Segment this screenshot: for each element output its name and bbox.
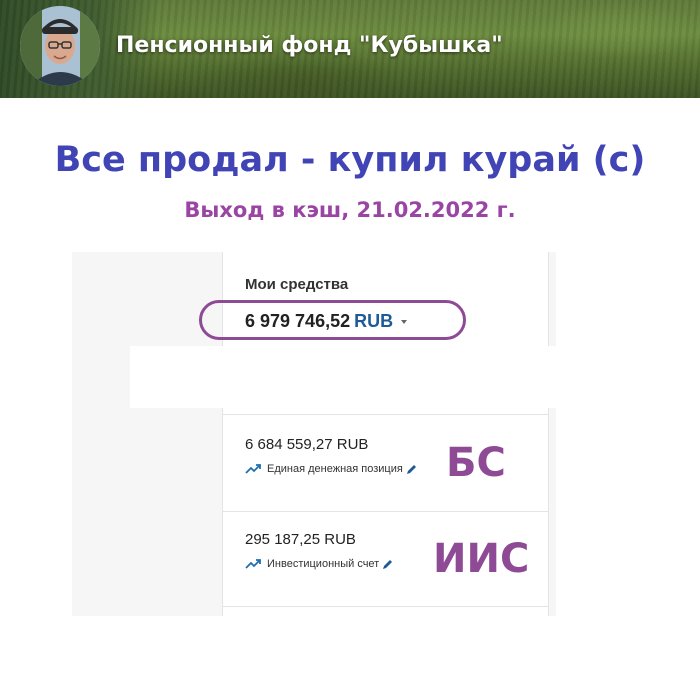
funds-total[interactable]: 6 979 746,52 RUB [245, 311, 408, 332]
channel-title[interactable]: Пенсионный фонд "Кубышка" [116, 33, 503, 58]
avatar[interactable] [20, 6, 100, 86]
divider [223, 414, 548, 415]
trend-up-icon [245, 559, 261, 569]
currency-selector[interactable]: RUB [354, 311, 393, 331]
redaction-box [130, 346, 556, 408]
header-banner: Пенсионный фонд "Кубышка" [0, 0, 700, 98]
divider [223, 606, 548, 607]
edit-pencil-icon[interactable] [406, 464, 417, 475]
account-row-cash[interactable]: Единая денежная позиция [245, 463, 423, 475]
trend-up-icon [245, 464, 261, 474]
account-amount: 6 684 559,27 RUB [245, 436, 369, 453]
annotation-bs: БС [446, 440, 506, 486]
account-amount: 295 187,25 RUB [245, 531, 356, 548]
account-name: Инвестиционный счет [267, 558, 380, 570]
page-subtitle: Выход в кэш, 21.02.2022 г. [184, 198, 516, 222]
annotation-iis: ИИС [433, 536, 530, 582]
chevron-down-icon[interactable] [401, 320, 408, 325]
edit-pencil-icon[interactable] [382, 559, 393, 570]
funds-label: Мои средства [245, 276, 349, 293]
account-row-iis[interactable]: Инвестиционный счет [245, 558, 399, 570]
divider [223, 511, 548, 512]
account-name: Единая денежная позиция [267, 463, 403, 475]
funds-amount: 6 979 746,52 [245, 311, 351, 331]
page-headline: Все продал - купил курай (с) [54, 140, 646, 180]
avatar-photo [20, 6, 100, 86]
